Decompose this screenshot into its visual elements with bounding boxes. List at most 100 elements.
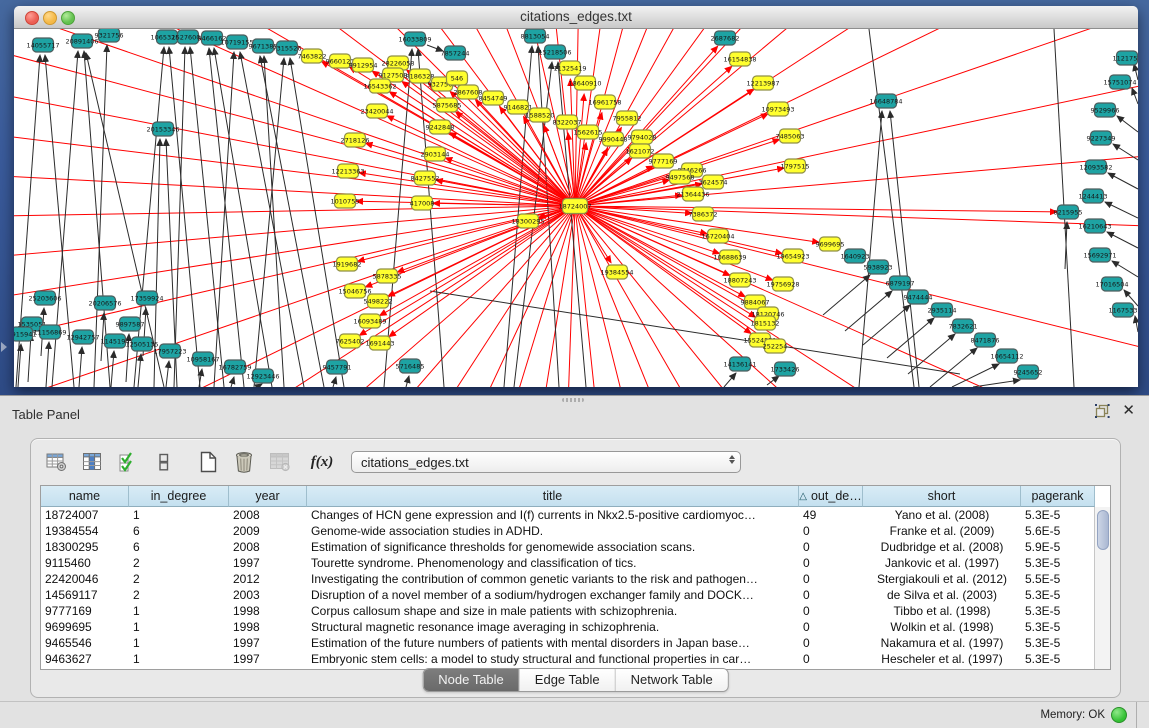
network-node[interactable]: 8427552 [411, 171, 440, 185]
network-node[interactable]: 9457791 [323, 360, 352, 374]
network-node[interactable]: 12213987 [746, 76, 779, 90]
select-all-rows-icon[interactable] [117, 451, 139, 473]
network-node[interactable]: 15751074 [1103, 75, 1136, 89]
deselect-rows-icon[interactable] [153, 451, 175, 473]
table-cell[interactable]: 5.6E-5 [1021, 523, 1095, 539]
network-node[interactable]: 7485063 [776, 129, 805, 143]
network-node[interactable]: 9227349 [1087, 131, 1116, 145]
table-cell[interactable]: 9463627 [41, 651, 129, 667]
table-row[interactable]: 977716911998Corpus callosum shape and si… [41, 603, 1110, 619]
column-header-year[interactable]: year [229, 486, 307, 507]
tab-node-table[interactable]: Node Table [423, 669, 520, 691]
table-cell[interactable]: 0 [799, 603, 863, 619]
network-node[interactable]: 15218506 [538, 45, 571, 59]
table-cell[interactable]: 1 [129, 507, 229, 523]
table-row[interactable]: 2242004622012Investigating the contribut… [41, 571, 1110, 587]
table-cell[interactable]: 2 [129, 571, 229, 587]
table-cell[interactable]: 19384554 [41, 523, 129, 539]
network-node[interactable]: 9990448 [599, 132, 628, 146]
table-cell[interactable]: 2008 [229, 507, 307, 523]
network-node[interactable]: 16720404 [701, 229, 734, 243]
table-cell[interactable]: 9777169 [41, 603, 129, 619]
table-cell[interactable]: 5.5E-5 [1021, 571, 1095, 587]
network-node[interactable]: 252254 [763, 339, 788, 353]
column-header-title[interactable]: title [307, 486, 799, 507]
network-node[interactable]: 14055717 [26, 38, 59, 52]
column-header-in_degree[interactable]: in_degree [129, 486, 229, 507]
network-node[interactable]: 2718126 [341, 133, 370, 147]
table-cell[interactable]: 0 [799, 587, 863, 603]
column-header-name[interactable]: name [41, 486, 129, 507]
table-cell[interactable]: 18724007 [41, 507, 129, 523]
network-nodes[interactable]: 1872400714055717208914069321756106532871… [14, 29, 1138, 383]
table-cell[interactable]: Hescheler et al. (1997) [863, 651, 1021, 667]
table-cell[interactable]: 9699695 [41, 619, 129, 635]
close-panel-icon[interactable]: ✕ [1122, 404, 1135, 418]
table-cell[interactable]: 5.3E-5 [1021, 635, 1095, 651]
network-node[interactable]: 6879197 [886, 276, 915, 290]
table-cell[interactable]: 0 [799, 651, 863, 667]
table-cell[interactable]: 14569117 [41, 587, 129, 603]
network-node[interactable]: 10973493 [761, 102, 794, 116]
network-node[interactable]: 9912954 [349, 58, 378, 72]
network-node[interactable]: 12942757 [66, 330, 99, 344]
network-node[interactable]: 12213363 [331, 164, 364, 178]
network-node[interactable]: 3624574 [699, 175, 728, 189]
table-cell[interactable]: 1998 [229, 603, 307, 619]
network-node[interactable]: 18640910 [568, 76, 601, 90]
network-node[interactable]: 1010755 [331, 194, 360, 208]
table-cell[interactable]: 5.3E-5 [1021, 651, 1095, 667]
table-scrollbar-thumb[interactable] [1097, 510, 1109, 550]
table-cell[interactable]: Corpus callosum shape and size in male p… [307, 603, 799, 619]
network-node[interactable]: 19756928 [766, 277, 799, 291]
table-cell[interactable]: 1997 [229, 651, 307, 667]
network-node[interactable]: 14136141 [723, 357, 756, 371]
table-cell[interactable]: 5.3E-5 [1021, 587, 1095, 603]
table-cell[interactable]: 5.9E-5 [1021, 539, 1095, 555]
table-cell[interactable]: 0 [799, 555, 863, 571]
network-node[interactable]: 7625402 [336, 334, 365, 348]
column-header-out_de[interactable]: △out_de… [799, 486, 863, 507]
table-cell[interactable]: 1997 [229, 635, 307, 651]
table-cell[interactable]: Franke et al. (2009) [863, 523, 1021, 539]
network-node[interactable]: 1733426 [771, 362, 800, 376]
table-cell[interactable]: Tibbo et al. (1998) [863, 603, 1021, 619]
network-node[interactable]: 7832621 [949, 319, 978, 333]
network-node[interactable]: 1244413 [1079, 189, 1108, 203]
table-cell[interactable]: 1997 [229, 555, 307, 571]
table-cell[interactable]: 9465546 [41, 635, 129, 651]
table-type-tabs[interactable]: Node TableEdge TableNetwork Table [422, 668, 729, 692]
table-cell[interactable]: 5.3E-5 [1021, 555, 1095, 571]
tab-network-table[interactable]: Network Table [616, 669, 728, 691]
network-node[interactable]: 5716485 [396, 359, 425, 373]
table-cell[interactable]: Dudbridge et al. (2008) [863, 539, 1021, 555]
table-cell[interactable]: de Silva et al. (2003) [863, 587, 1021, 603]
network-node[interactable]: 8813054 [521, 29, 550, 43]
network-node[interactable]: 7955812 [613, 111, 642, 125]
table-cell[interactable]: 6 [129, 523, 229, 539]
table-cell[interactable]: 1 [129, 603, 229, 619]
network-node[interactable]: 8322037 [553, 115, 582, 129]
network-node[interactable]: 9897587 [116, 317, 145, 331]
network-node[interactable]: 1919682 [333, 257, 362, 271]
table-cell[interactable]: Structural magnetic resonance image aver… [307, 619, 799, 635]
network-node[interactable]: 17016504 [1095, 277, 1128, 291]
network-node[interactable]: 16154838 [723, 52, 756, 66]
table-cell[interactable]: 2 [129, 555, 229, 571]
function-builder-icon[interactable]: f(x) [311, 451, 333, 473]
table-cell[interactable]: 6 [129, 539, 229, 555]
network-graph[interactable]: 1872400714055717208914069321756106532871… [14, 29, 1138, 387]
table-cell[interactable]: Disruption of a novel member of a sodium… [307, 587, 799, 603]
table-cell[interactable]: 1 [129, 651, 229, 667]
new-table-icon[interactable] [197, 451, 219, 473]
panel-collapse-arrow-icon[interactable] [1, 342, 7, 352]
network-node[interactable]: 16961758 [588, 95, 621, 109]
table-cell[interactable]: 2003 [229, 587, 307, 603]
network-node[interactable]: 19654923 [776, 249, 809, 263]
network-node[interactable]: 16648784 [869, 94, 902, 108]
table-body[interactable]: 1872400712008Changes of HCN gene express… [41, 507, 1110, 667]
network-node[interactable]: 5875685 [433, 98, 462, 112]
network-node[interactable]: 1621072 [626, 144, 655, 158]
network-node[interactable]: 25203606 [28, 291, 61, 305]
network-node[interactable]: 10688639 [713, 250, 746, 264]
